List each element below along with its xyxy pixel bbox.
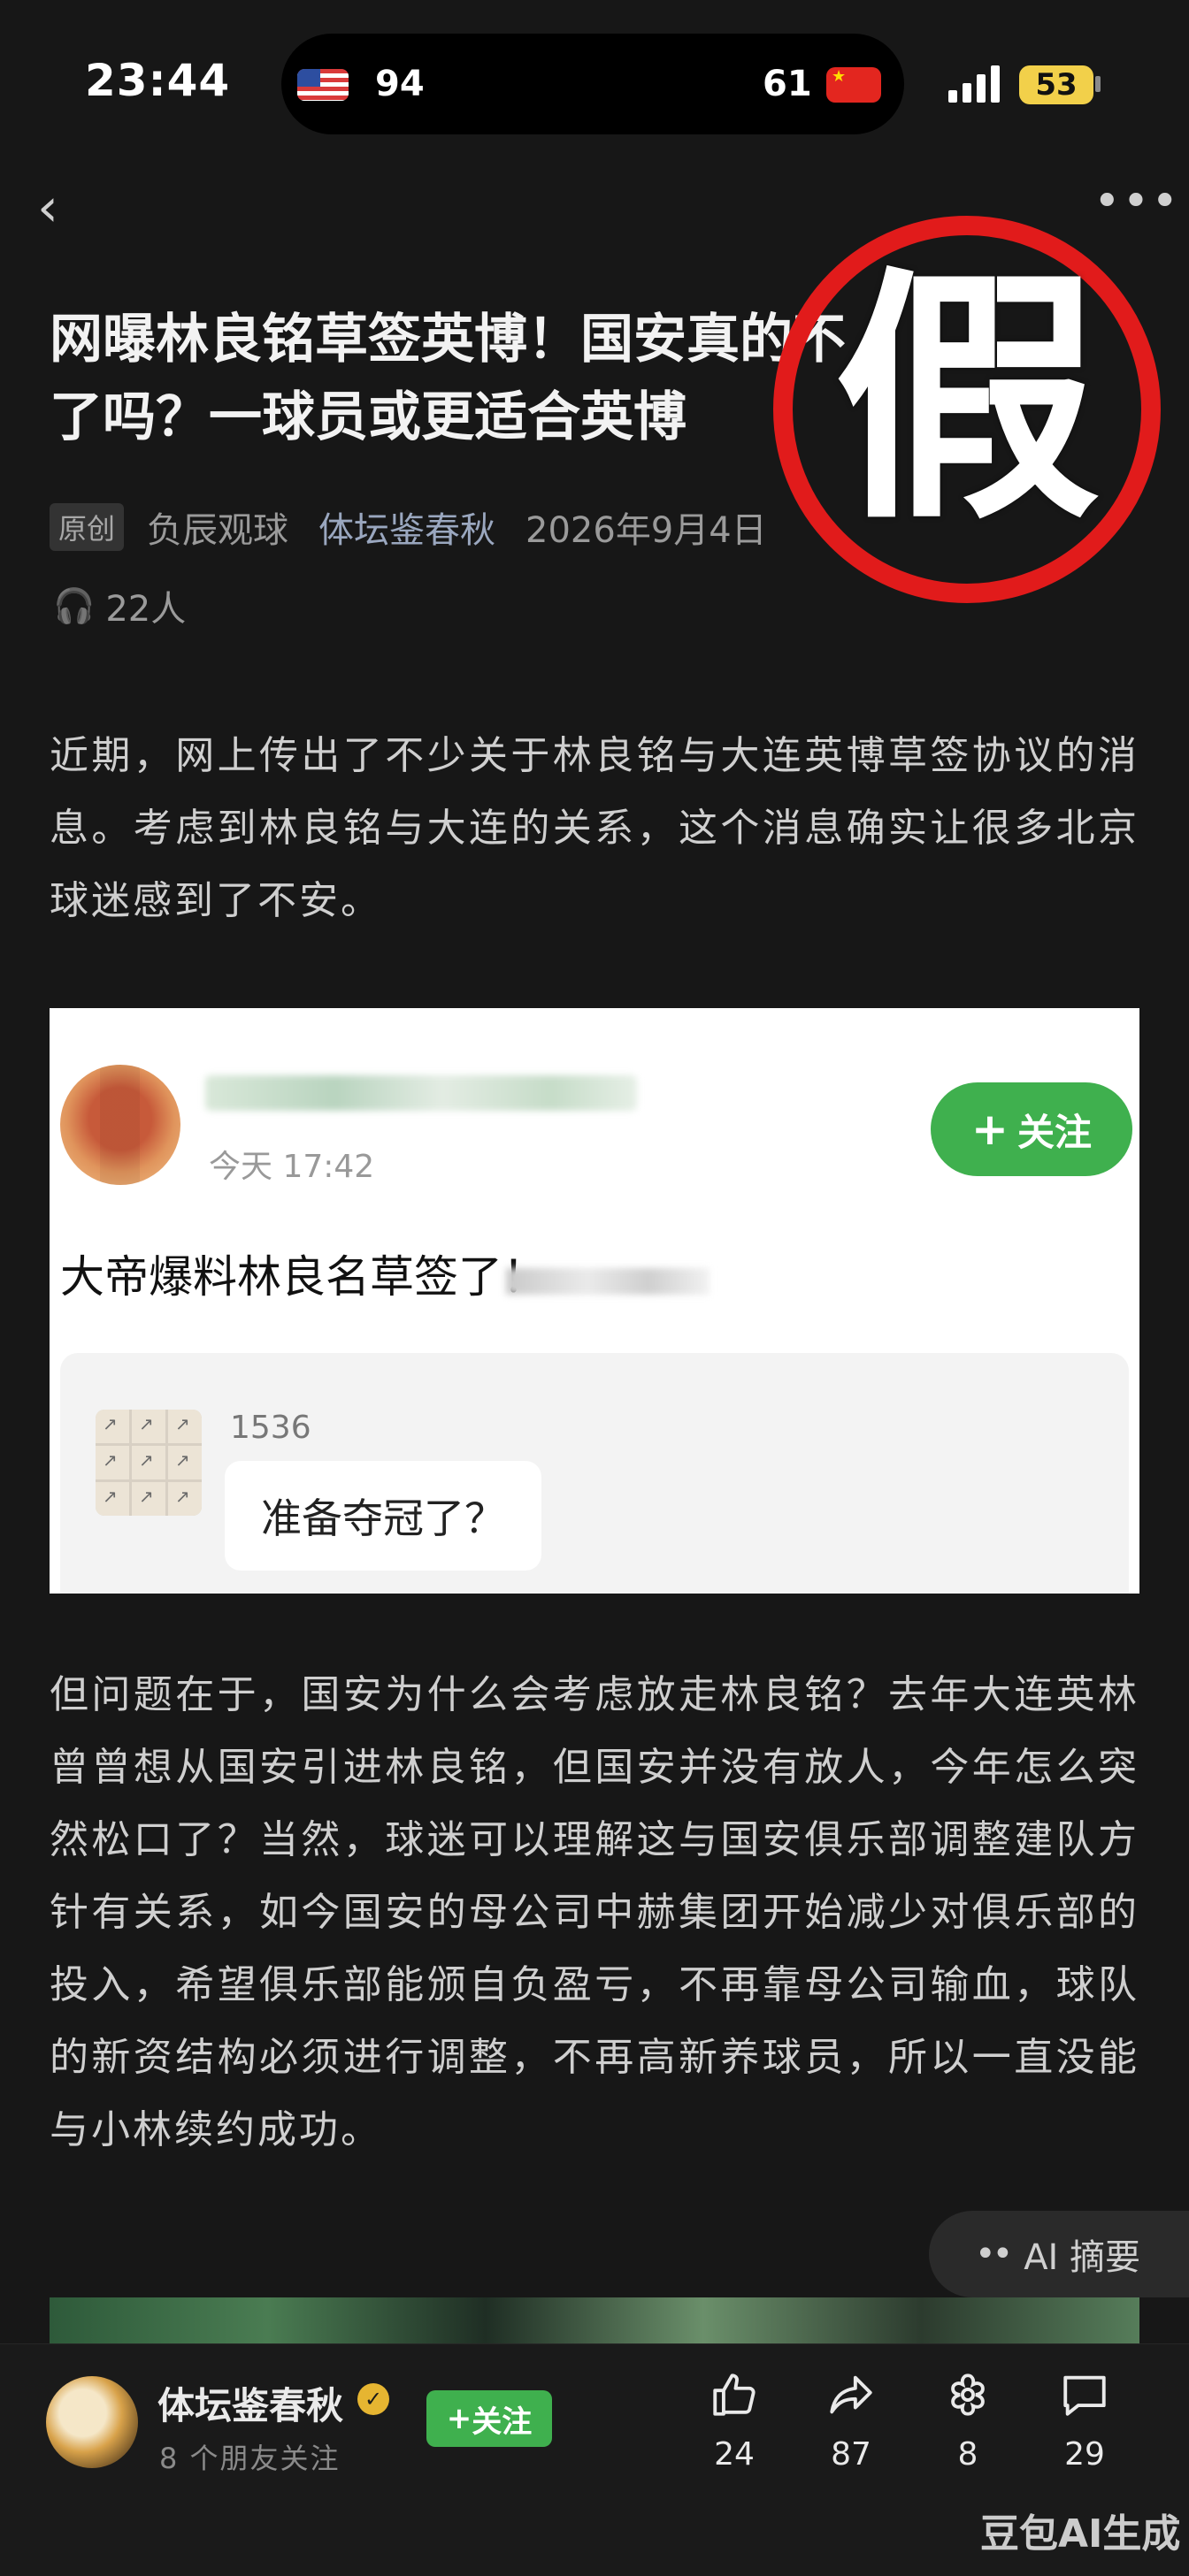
column-name[interactable]: 负辰观球 (147, 501, 288, 553)
embedded-follow-button: + 关注 (931, 1082, 1132, 1176)
like-button[interactable]: 24 (690, 2369, 779, 2473)
reply-user: 1536 (230, 1410, 311, 1446)
chevron-left-icon: ‹ (37, 177, 58, 239)
ai-summary-label: AI 摘要 (1024, 2237, 1141, 2278)
embedded-post-image[interactable]: 今天 17:42 + 关注 大帝爆料林良名草签了！ 1536 准备夺冠了？ (50, 1008, 1139, 1594)
author-name[interactable]: 体坛鉴春秋 (157, 2376, 343, 2430)
article-paragraph-1: 近期，网上传出了不少关于林良铭与大连英博草签协议的消息。考虑到林良铭与大连的关系… (50, 733, 1139, 923)
like-count: 24 (714, 2436, 755, 2473)
article-title: 网曝林良铭草签英博！国安真的不 了吗？一球员或更适合英博 (50, 301, 1129, 456)
gift-count: 8 (957, 2436, 978, 2473)
comment-bubble-icon (1040, 2369, 1129, 2431)
score-left: 94 (375, 64, 425, 104)
share-arrow-icon (807, 2369, 895, 2431)
share-button[interactable]: 87 (807, 2369, 895, 2473)
publish-date: 2026年9月4日 (525, 510, 767, 551)
quoted-reply: 1536 准备夺冠了？ (60, 1353, 1129, 1594)
more-dots-icon: ••• (1093, 175, 1181, 228)
ai-summary-button[interactable]: •• AI 摘要 (929, 2211, 1189, 2297)
plus-icon: + (971, 1104, 1009, 1155)
article-meta: 原创 负辰观球 体坛鉴春秋 2026年9月4日 (50, 502, 767, 552)
listen-count[interactable]: 🎧 22人 (53, 580, 186, 631)
friends-follow-count: 8 个朋友关注 (159, 2442, 341, 2475)
reply-bubble: 准备夺冠了？ (225, 1461, 541, 1571)
article-title-line2: 了吗？一球员或更适合英博 (50, 386, 687, 448)
china-flag-icon (826, 67, 881, 103)
follow-author-label: 关注 (472, 2404, 533, 2440)
listeners-label: 22人 (105, 589, 187, 630)
comment-count: 29 (1064, 2436, 1105, 2473)
follow-author-button[interactable]: + 关注 (426, 2390, 552, 2447)
blurred-text (506, 1268, 710, 1295)
plus-icon: + (446, 2401, 472, 2436)
score-right: 61 (763, 64, 812, 104)
gift-button[interactable]: 8 (924, 2369, 1012, 2473)
article-paragraph-2: 但问题在于，国安为什么会考虑放走林良铭？去年大连英林曾曾想从国安引进林良铭，但国… (50, 1672, 1139, 2152)
comment-button[interactable]: 29 (1040, 2369, 1129, 2473)
us-flag-icon (297, 69, 349, 101)
thumbs-up-icon (690, 2369, 779, 2431)
blurred-username (205, 1075, 637, 1111)
post-time: 今天 17:42 (209, 1149, 375, 1185)
article-title-line1: 网曝林良铭草签英博！国安真的不 (50, 309, 846, 371)
battery-icon: 53 (1019, 65, 1093, 104)
article-image-preview[interactable] (50, 2297, 1139, 2343)
clock: 23:44 (85, 55, 231, 106)
reply-avatar (96, 1410, 202, 1516)
status-bar: 23:44 94 61 53 (0, 0, 1189, 168)
signal-icon (948, 64, 1003, 103)
ai-sparkle-icon: •• (975, 2234, 1013, 2274)
post-text: 大帝爆料林良名草签了！ (60, 1251, 547, 1303)
verified-badge-icon: ✓ (357, 2383, 389, 2415)
ai-watermark: 豆包AI生成 (980, 2511, 1181, 2557)
author-avatar[interactable] (46, 2376, 138, 2468)
original-badge: 原创 (50, 503, 125, 551)
more-button[interactable]: ••• (1093, 175, 1180, 228)
account-link[interactable]: 体坛鉴春秋 (318, 501, 495, 553)
flower-icon (924, 2369, 1012, 2431)
share-count: 87 (831, 2436, 871, 2473)
headphones-icon: 🎧 (53, 585, 96, 625)
back-button[interactable]: ‹ (37, 177, 58, 239)
battery-tip (1095, 76, 1101, 92)
blurred-avatar (60, 1065, 180, 1185)
embedded-follow-label: 关注 (1016, 1110, 1092, 1154)
